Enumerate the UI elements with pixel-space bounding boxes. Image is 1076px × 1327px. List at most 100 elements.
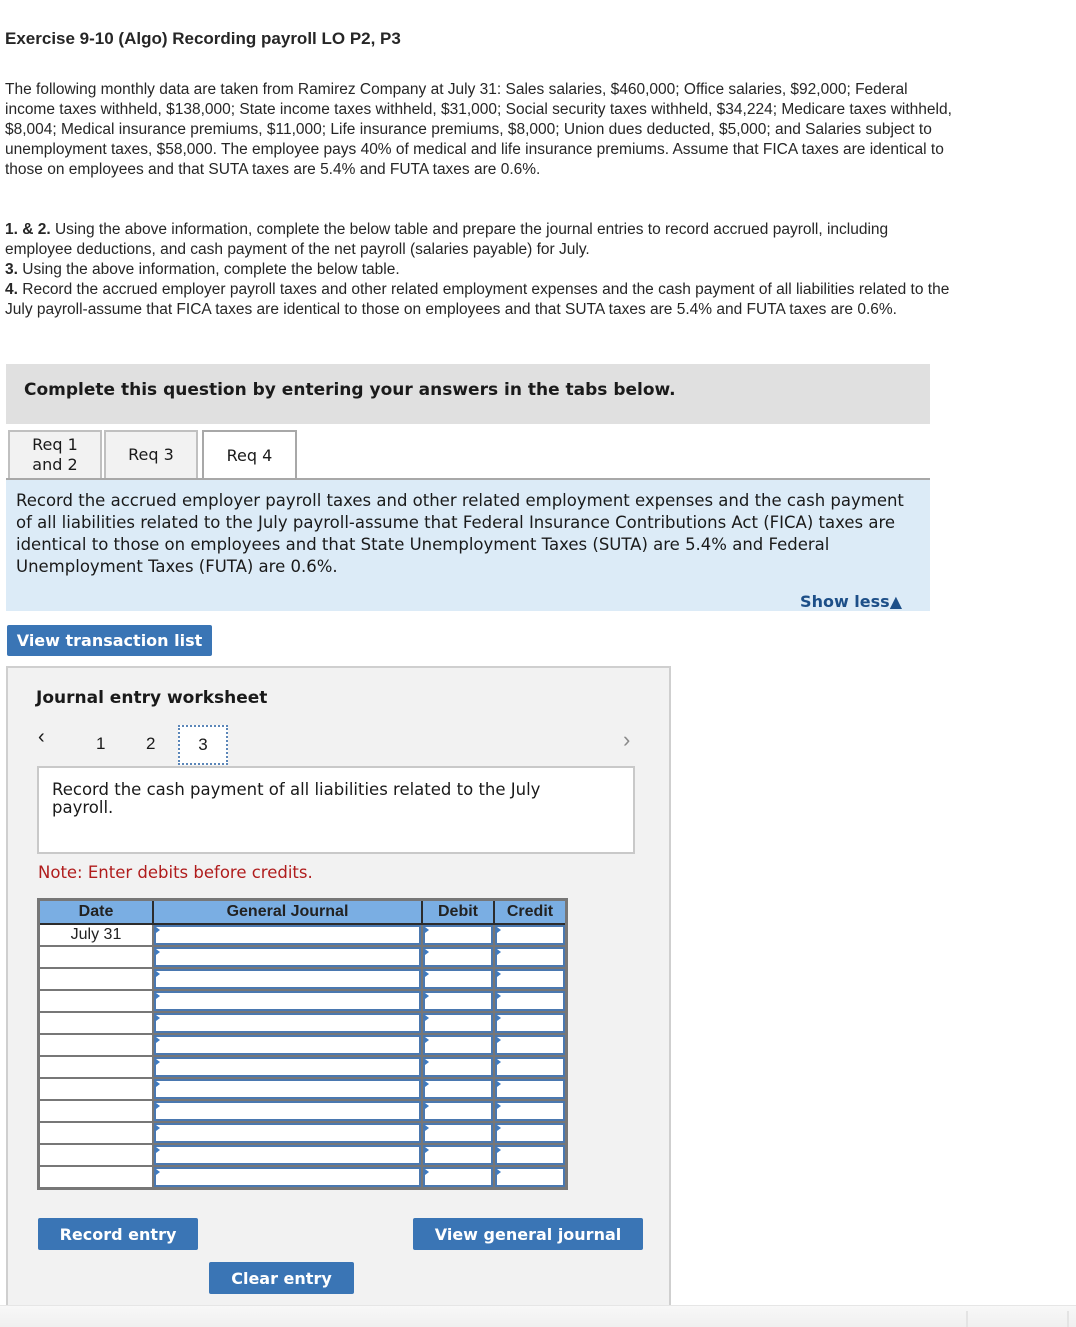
- credit-input[interactable]: [495, 969, 565, 989]
- instructions-banner: Complete this question by entering your …: [6, 364, 930, 424]
- credit-input[interactable]: [495, 947, 565, 967]
- journal-row: [37, 1165, 568, 1190]
- account-input[interactable]: [154, 1101, 421, 1121]
- account-cell: [152, 1011, 423, 1035]
- debit-cell: [421, 923, 495, 947]
- credit-input[interactable]: [495, 1013, 565, 1033]
- credit-input[interactable]: [495, 991, 565, 1011]
- account-input[interactable]: [154, 1167, 421, 1187]
- date-cell: [37, 1055, 154, 1079]
- date-cell: July 31: [37, 923, 154, 947]
- credit-cell: [493, 1143, 568, 1167]
- view-transaction-list-button[interactable]: View transaction list: [7, 625, 212, 656]
- tab-req-1-and-2[interactable]: Req 1 and 2: [8, 430, 102, 478]
- credit-input[interactable]: [495, 1079, 565, 1099]
- worksheet-title: Journal entry worksheet: [36, 688, 268, 708]
- column-header-date: Date: [37, 899, 154, 925]
- debit-cell: [421, 1011, 495, 1035]
- credit-input[interactable]: [495, 1145, 565, 1165]
- account-input[interactable]: [154, 1057, 421, 1077]
- debit-input[interactable]: [423, 925, 493, 945]
- debit-input[interactable]: [423, 1013, 493, 1033]
- debit-input[interactable]: [423, 1079, 493, 1099]
- credit-input[interactable]: [495, 1167, 565, 1187]
- journal-row: [37, 1143, 568, 1167]
- page-1-button[interactable]: 1: [96, 734, 105, 754]
- debit-cell: [421, 1165, 495, 1190]
- date-cell: [37, 1077, 154, 1101]
- account-cell: [152, 945, 423, 969]
- page-3-button[interactable]: 3: [178, 725, 228, 765]
- page-2-button[interactable]: 2: [146, 734, 155, 754]
- tab-description: Record the accrued employer payroll taxe…: [16, 491, 904, 576]
- exercise-title: Exercise 9-10 (Algo) Recording payroll L…: [5, 29, 401, 48]
- credit-input[interactable]: [495, 925, 565, 945]
- show-less-link[interactable]: Show less▲: [800, 592, 902, 611]
- debit-cell: [421, 945, 495, 969]
- account-input[interactable]: [154, 1123, 421, 1143]
- date-cell: [37, 967, 154, 991]
- column-header-general-journal: General Journal: [152, 899, 423, 925]
- account-cell: [152, 1165, 423, 1190]
- tab-description-panel: Record the accrued employer payroll taxe…: [6, 480, 930, 611]
- requirement-number: 4.: [5, 281, 18, 298]
- account-cell: [152, 1121, 423, 1145]
- debit-input[interactable]: [423, 1101, 493, 1121]
- view-general-journal-button[interactable]: View general journal: [413, 1218, 643, 1250]
- clear-entry-button[interactable]: Clear entry: [209, 1262, 354, 1294]
- credit-input[interactable]: [495, 1035, 565, 1055]
- date-cell: [37, 1143, 154, 1167]
- tab-label-line: and 2: [32, 455, 78, 474]
- date-cell: [37, 989, 154, 1013]
- debit-input[interactable]: [423, 1057, 493, 1077]
- problem-intro: The following monthly data are taken fro…: [5, 81, 952, 178]
- account-input[interactable]: [154, 1013, 421, 1033]
- credit-cell: [493, 1033, 568, 1057]
- journal-row: [37, 945, 568, 969]
- account-input[interactable]: [154, 1035, 421, 1055]
- account-cell: [152, 1077, 423, 1101]
- footer-divider: [1067, 1311, 1069, 1327]
- account-input[interactable]: [154, 1145, 421, 1165]
- account-cell: [152, 1055, 423, 1079]
- credit-cell: [493, 923, 568, 947]
- credit-input[interactable]: [495, 1123, 565, 1143]
- requirement-text: Using the above information, complete th…: [5, 221, 889, 258]
- journal-row: [37, 1033, 568, 1057]
- tab-req-3[interactable]: Req 3: [104, 430, 198, 478]
- record-entry-button[interactable]: Record entry: [38, 1218, 198, 1250]
- requirement-text: Record the accrued employer payroll taxe…: [5, 281, 950, 318]
- debit-cell: [421, 989, 495, 1013]
- account-cell: [152, 923, 423, 947]
- debit-input[interactable]: [423, 969, 493, 989]
- account-input[interactable]: [154, 969, 421, 989]
- debit-input[interactable]: [423, 947, 493, 967]
- account-input[interactable]: [154, 991, 421, 1011]
- footer-divider: [966, 1311, 968, 1327]
- account-input[interactable]: [154, 925, 421, 945]
- column-header-debit: Debit: [421, 899, 495, 925]
- date-cell: [37, 1165, 154, 1190]
- account-cell: [152, 1099, 423, 1123]
- journal-row: [37, 1099, 568, 1123]
- debit-input[interactable]: [423, 991, 493, 1011]
- debit-input[interactable]: [423, 1123, 493, 1143]
- credit-input[interactable]: [495, 1057, 565, 1077]
- credit-input[interactable]: [495, 1101, 565, 1121]
- chevron-right-icon[interactable]: ›: [623, 727, 630, 753]
- requirement-item: 3. Using the above information, complete…: [5, 260, 955, 280]
- requirement-item: 4. Record the accrued employer payroll t…: [5, 280, 955, 320]
- debit-input[interactable]: [423, 1035, 493, 1055]
- debit-input[interactable]: [423, 1167, 493, 1187]
- requirement-item: 1. & 2. Using the above information, com…: [5, 220, 955, 260]
- chevron-left-icon[interactable]: ‹: [38, 726, 45, 749]
- debit-cell: [421, 1143, 495, 1167]
- date-cell: [37, 945, 154, 969]
- debit-input[interactable]: [423, 1145, 493, 1165]
- account-input[interactable]: [154, 947, 421, 967]
- account-input[interactable]: [154, 1079, 421, 1099]
- credit-cell: [493, 1077, 568, 1101]
- tab-req-4[interactable]: Req 4: [202, 430, 297, 480]
- account-cell: [152, 967, 423, 991]
- credit-cell: [493, 1121, 568, 1145]
